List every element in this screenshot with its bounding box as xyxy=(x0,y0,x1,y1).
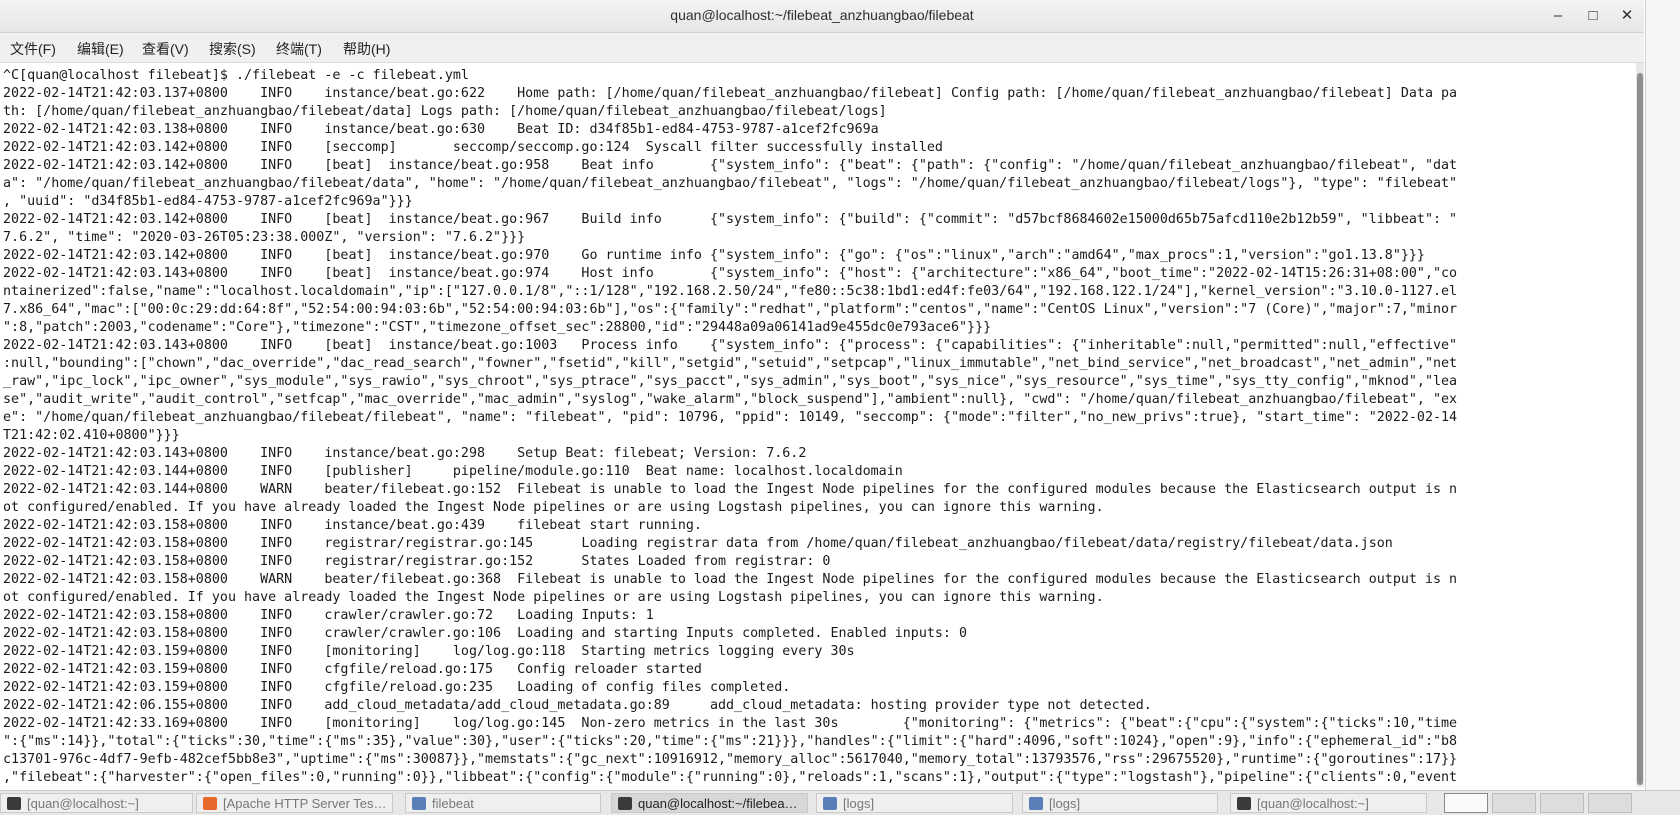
folder-icon xyxy=(823,797,837,810)
terminal-line: 2022-02-14T21:42:03.142+0800 INFO [secco… xyxy=(3,140,943,155)
window-title: quan@localhost:~/filebeat_anzhuangbao/fi… xyxy=(670,7,974,23)
window-titlebar[interactable]: quan@localhost:~/filebeat_anzhuangbao/fi… xyxy=(0,0,1644,33)
terminal-line: 2022-02-14T21:42:03.158+0800 INFO crawle… xyxy=(3,608,654,623)
terminal-line: 2022-02-14T21:42:03.143+0800 INFO instan… xyxy=(3,446,807,461)
terminal-line: 2022-02-14T21:42:03.138+0800 INFO instan… xyxy=(3,122,879,137)
task-filebeat-folder[interactable]: filebeat xyxy=(405,793,601,813)
task-firefox[interactable]: [Apache HTTP Server Tes… xyxy=(196,793,393,813)
terminal-icon xyxy=(618,797,632,810)
task-logs-folder-2[interactable]: [logs] xyxy=(1022,793,1218,813)
terminal-icon xyxy=(7,797,21,810)
terminal-line: 2022-02-14T21:42:03.158+0800 WARN beater… xyxy=(3,572,1458,587)
terminal-line: , "uuid": "d34f85b1-ed84-4753-9787-a1cef… xyxy=(3,194,413,209)
workspace-4[interactable] xyxy=(1588,793,1632,813)
terminal-line: 7.6.2", "time": "2020-03-26T05:23:38.000… xyxy=(3,230,526,245)
terminal-line: T21:42:02.410+0800"}}} xyxy=(3,428,180,443)
menu-bar: 文件(F) 编辑(E) 查看(V) 搜索(S) 终端(T) 帮助(H) xyxy=(0,33,1644,63)
terminal-line: 2022-02-14T21:42:03.158+0800 INFO regist… xyxy=(3,554,831,569)
terminal-line: 2022-02-14T21:42:03.137+0800 INFO instan… xyxy=(3,86,1458,101)
terminal-output[interactable]: ^C[quan@localhost filebeat]$ ./filebeat … xyxy=(0,63,1636,787)
terminal-line: 2022-02-14T21:42:03.158+0800 INFO regist… xyxy=(3,536,1393,551)
menu-terminal[interactable]: 终端(T) xyxy=(276,39,322,59)
terminal-line: ":{"ms":14}},"total":{"ticks":30,"time":… xyxy=(3,734,1458,749)
maximize-button[interactable]: □ xyxy=(1580,4,1606,28)
terminal-line: th: [/home/quan/filebeat_anzhuangbao/fil… xyxy=(3,104,887,119)
terminal-line: 2022-02-14T21:42:03.142+0800 INFO [beat]… xyxy=(3,158,1458,173)
terminal-line: 2022-02-14T21:42:03.144+0800 WARN beater… xyxy=(3,482,1458,497)
terminal-line: ^C[quan@localhost filebeat]$ ./filebeat … xyxy=(3,68,469,83)
menu-help[interactable]: 帮助(H) xyxy=(343,39,390,59)
terminal-line: ot configured/enabled. If you have alrea… xyxy=(3,590,1104,605)
terminal-line: 2022-02-14T21:42:03.142+0800 INFO [beat]… xyxy=(3,212,1458,227)
terminal-line: se","audit_write","audit_control","setfc… xyxy=(3,392,1458,407)
menu-edit[interactable]: 编辑(E) xyxy=(77,39,124,59)
terminal-line: ot configured/enabled. If you have alrea… xyxy=(3,500,1104,515)
firefox-icon xyxy=(203,797,217,810)
menu-file[interactable]: 文件(F) xyxy=(10,39,56,59)
terminal-scrollbar[interactable] xyxy=(1636,63,1644,787)
task-terminal-home-2[interactable]: [quan@localhost:~] xyxy=(1230,793,1427,813)
taskbar: [quan@localhost:~] [Apache HTTP Server T… xyxy=(0,790,1680,815)
workspace-1[interactable] xyxy=(1444,793,1488,813)
terminal-line: 2022-02-14T21:42:03.159+0800 INFO [monit… xyxy=(3,644,855,659)
folder-icon xyxy=(412,797,426,810)
terminal-line: 2022-02-14T21:42:03.158+0800 INFO crawle… xyxy=(3,626,968,641)
task-terminal-filebeat[interactable]: quan@localhost:~/filebea… xyxy=(611,793,808,813)
desktop-edge xyxy=(1645,0,1680,790)
folder-icon xyxy=(1029,797,1043,810)
menu-search[interactable]: 搜索(S) xyxy=(209,39,256,59)
terminal-line: 2022-02-14T21:42:03.159+0800 INFO cfgfil… xyxy=(3,662,702,677)
terminal-line: ":8,"patch":2003,"codename":"Core"},"tim… xyxy=(3,320,992,335)
task-terminal-home[interactable]: [quan@localhost:~] xyxy=(0,793,193,813)
terminal-line: ,"filebeat":{"harvester":{"open_files":0… xyxy=(3,770,1458,785)
close-button[interactable]: ✕ xyxy=(1614,4,1640,28)
terminal-line: 2022-02-14T21:42:06.155+0800 INFO add_cl… xyxy=(3,698,1152,713)
terminal-line: 2022-02-14T21:42:03.143+0800 INFO [beat]… xyxy=(3,338,1458,353)
terminal-icon xyxy=(1237,797,1251,810)
workspace-2[interactable] xyxy=(1492,793,1536,813)
terminal-line: 2022-02-14T21:42:03.142+0800 INFO [beat]… xyxy=(3,248,1425,263)
menu-view[interactable]: 查看(V) xyxy=(142,39,189,59)
terminal-line: e": "/home/quan/filebeat_anzhuangbao/fil… xyxy=(3,410,1458,425)
terminal-line: ntainerized":false,"name":"localhost.loc… xyxy=(3,284,1458,299)
terminal-line: c13701-976c-4df7-9efb-482cef5bb8e3","upt… xyxy=(3,752,1458,767)
task-logs-folder-1[interactable]: [logs] xyxy=(816,793,1013,813)
terminal-line: 2022-02-14T21:42:03.143+0800 INFO [beat]… xyxy=(3,266,1458,281)
terminal-line: 2022-02-14T21:42:03.159+0800 INFO cfgfil… xyxy=(3,680,791,695)
terminal-line: _raw","ipc_lock","ipc_owner","sys_module… xyxy=(3,374,1458,389)
scrollbar-thumb[interactable] xyxy=(1637,73,1643,785)
terminal-text: ^C[quan@localhost filebeat]$ ./filebeat … xyxy=(0,63,1636,787)
workspace-3[interactable] xyxy=(1540,793,1584,813)
terminal-line: a": "/home/quan/filebeat_anzhuangbao/fil… xyxy=(3,176,1458,191)
terminal-line: 2022-02-14T21:42:03.144+0800 INFO [publi… xyxy=(3,464,903,479)
terminal-line: :null,"bounding":["chown","dac_override"… xyxy=(3,356,1458,371)
terminal-line: 2022-02-14T21:42:03.158+0800 INFO instan… xyxy=(3,518,702,533)
terminal-line: 2022-02-14T21:42:33.169+0800 INFO [monit… xyxy=(3,716,1458,731)
terminal-line: 7.x86_64","mac":["00:0c:29:dd:64:8f","52… xyxy=(3,302,1458,317)
minimize-button[interactable]: – xyxy=(1545,4,1571,28)
